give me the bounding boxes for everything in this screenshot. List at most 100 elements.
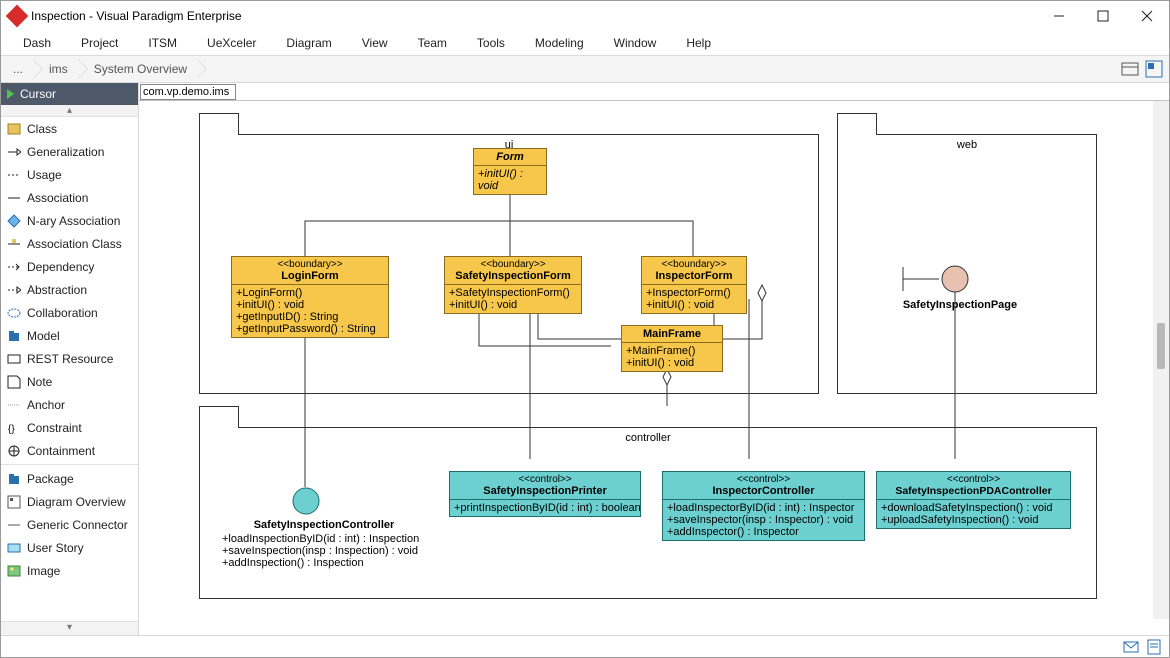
package-controller-label: controller [200, 432, 1096, 444]
canvas-area: ui web controller Form +initUI() : void … [139, 83, 1169, 635]
palette-user-story[interactable]: User Story [1, 536, 138, 559]
class-safetyinspectionprinter[interactable]: <<control>>SafetyInspectionPrinter +prin… [449, 471, 641, 517]
palette-generic-connector[interactable]: Generic Connector [1, 513, 138, 536]
palette-image[interactable]: Image [1, 559, 138, 582]
palette-rest[interactable]: REST Resource [1, 347, 138, 370]
interface-circle-icon [939, 265, 971, 297]
usage-icon [7, 168, 21, 182]
mail-icon[interactable] [1123, 640, 1139, 654]
class-safetyinspectionpdacontroller[interactable]: <<control>>SafetyInspectionPDAController… [876, 471, 1071, 529]
class-safetyinspectionpage-label: SafetyInspectionPage [895, 299, 1025, 311]
class-loginform-ops: +LoginForm() +initUI() : void +getInputI… [232, 285, 388, 337]
palette-list: Class Generalization Usage Association N… [1, 117, 138, 621]
sic-label: SafetyInspectionController +loadInspecti… [214, 519, 434, 569]
menu-help[interactable]: Help [678, 34, 719, 52]
control-circle-icon [290, 485, 322, 517]
class-form-ops: +initUI() : void [474, 166, 546, 194]
note-icon [7, 375, 21, 389]
palette-cursor[interactable]: Cursor [1, 83, 138, 105]
palette-note[interactable]: Note [1, 370, 138, 393]
palette-association[interactable]: Association [1, 186, 138, 209]
palette-assoc-class[interactable]: Association Class [1, 232, 138, 255]
tool-palette: Cursor ▴ Class Generalization Usage Asso… [1, 83, 139, 635]
menu-team[interactable]: Team [410, 34, 455, 52]
class-loginform[interactable]: <<boundary>>LoginForm +LoginForm() +init… [231, 256, 389, 338]
rest-icon [7, 352, 21, 366]
close-icon [1141, 10, 1153, 22]
palette-model[interactable]: Model [1, 324, 138, 347]
minimize-icon [1053, 10, 1065, 22]
main-area: Cursor ▴ Class Generalization Usage Asso… [1, 83, 1169, 635]
palette-package[interactable]: Package [1, 467, 138, 490]
palette-containment[interactable]: Containment [1, 439, 138, 462]
package-web-label: web [838, 139, 1096, 151]
menu-modeling[interactable]: Modeling [527, 34, 592, 52]
vertical-scrollbar[interactable] [1153, 101, 1169, 619]
package-path-input[interactable] [140, 84, 236, 100]
breadcrumb-system-overview[interactable]: System Overview [78, 58, 197, 80]
generalization-icon [7, 145, 21, 159]
close-button[interactable] [1125, 2, 1169, 30]
dependency-icon [7, 260, 21, 274]
class-inspectorform[interactable]: <<boundary>>InspectorForm +InspectorForm… [641, 256, 747, 314]
class-mainframe[interactable]: MainFrame +MainFrame() +initUI() : void [621, 325, 723, 372]
palette-diagram-overview[interactable]: Diagram Overview [1, 490, 138, 513]
palette-scroll-down[interactable]: ▾ [1, 621, 138, 635]
class-safetyinspectionpage[interactable] [939, 265, 971, 300]
palette-usage[interactable]: Usage [1, 163, 138, 186]
class-form[interactable]: Form +initUI() : void [473, 148, 547, 195]
palette-dependency[interactable]: Dependency [1, 255, 138, 278]
document-icon[interactable] [1147, 639, 1161, 655]
model-icon [7, 329, 21, 343]
nary-icon [7, 214, 21, 228]
menu-uexceler[interactable]: UeXceler [199, 34, 264, 52]
window-title: Inspection - Visual Paradigm Enterprise [31, 9, 242, 23]
scrollbar-thumb[interactable] [1157, 323, 1165, 369]
class-safetyinspectionform[interactable]: <<boundary>>SafetyInspectionForm +Safety… [444, 256, 582, 314]
package-ui-tab [199, 113, 239, 135]
overview-icon [7, 495, 21, 509]
class-inspectorcontroller[interactable]: <<control>>InspectorController +loadInsp… [662, 471, 865, 541]
breadcrumb-ellipsis[interactable]: ... [7, 58, 33, 80]
palette-anchor[interactable]: Anchor [1, 393, 138, 416]
package-web-tab [837, 113, 877, 135]
menu-window[interactable]: Window [606, 34, 665, 52]
preview-icon[interactable] [1145, 60, 1163, 78]
app-icon [6, 5, 29, 28]
class-icon [7, 122, 21, 136]
breadcrumb: ... ims System Overview [1, 55, 1169, 83]
collaboration-icon [7, 306, 21, 320]
package-web[interactable]: web [837, 134, 1097, 394]
class-safetyinspectioncontroller[interactable] [290, 485, 322, 520]
palette-abstraction[interactable]: Abstraction [1, 278, 138, 301]
menu-project[interactable]: Project [73, 34, 126, 52]
maximize-button[interactable] [1081, 2, 1125, 30]
palette-constraint[interactable]: {}Constraint [1, 416, 138, 439]
abstraction-icon [7, 283, 21, 297]
package-path-row [139, 83, 1169, 101]
status-bar [1, 635, 1169, 657]
menu-dash[interactable]: Dash [15, 34, 59, 52]
menu-itsm[interactable]: ITSM [140, 34, 185, 52]
containment-icon [7, 444, 21, 458]
palette-collaboration[interactable]: Collaboration [1, 301, 138, 324]
palette-class[interactable]: Class [1, 117, 138, 140]
diagram-canvas[interactable]: ui web controller Form +initUI() : void … [139, 101, 1169, 635]
package-icon [7, 472, 21, 486]
menu-view[interactable]: View [354, 34, 396, 52]
palette-nary[interactable]: N-ary Association [1, 209, 138, 232]
palette-generalization[interactable]: Generalization [1, 140, 138, 163]
cursor-icon [7, 89, 14, 99]
palette-scroll-up[interactable]: ▴ [1, 105, 138, 117]
constraint-icon: {} [7, 421, 21, 435]
anchor-icon [7, 398, 21, 412]
menu-diagram[interactable]: Diagram [278, 34, 339, 52]
package-controller-tab [199, 406, 239, 428]
minimize-button[interactable] [1037, 2, 1081, 30]
image-icon [7, 564, 21, 578]
layout-icon[interactable] [1121, 60, 1139, 78]
svg-text:{}: {} [8, 424, 15, 435]
assoc-class-icon [7, 237, 21, 251]
class-form-name: Form [496, 151, 524, 163]
menu-tools[interactable]: Tools [469, 34, 513, 52]
